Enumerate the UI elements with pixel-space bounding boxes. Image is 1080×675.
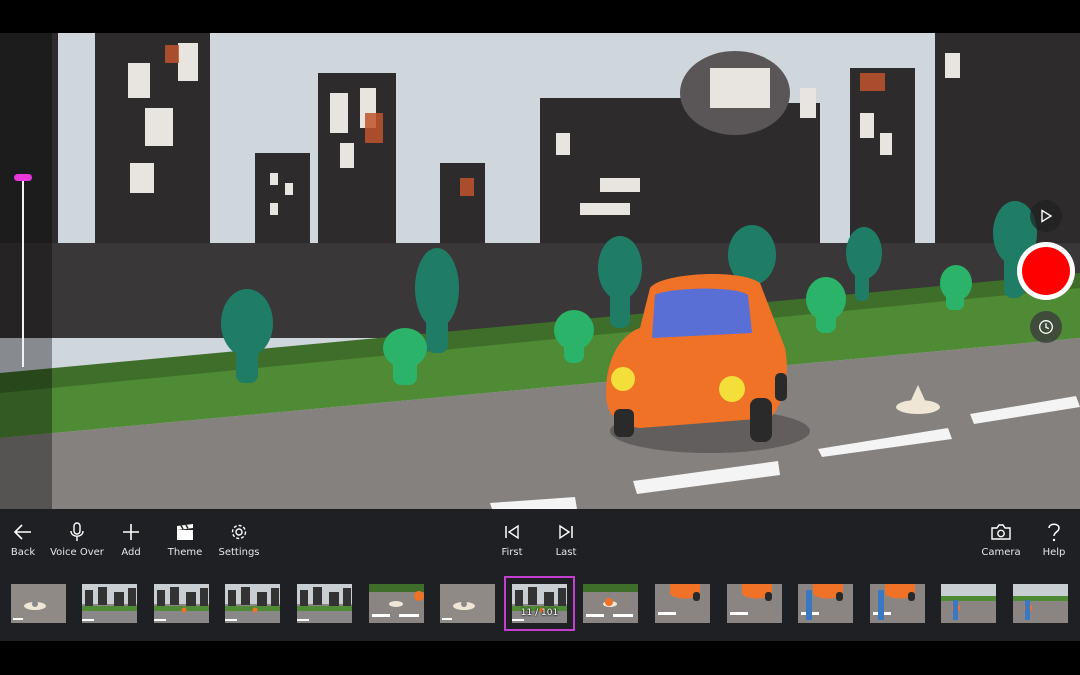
camera-label: Camera (981, 547, 1021, 558)
filmstrip-frame[interactable] (225, 584, 280, 623)
camera-icon (989, 521, 1013, 543)
add-button[interactable]: Add (116, 509, 146, 569)
skip-first-icon (500, 521, 524, 543)
microphone-icon (65, 521, 89, 543)
filmstrip-frame-selected[interactable]: 11 / 101 (504, 576, 575, 631)
filmstrip-frame[interactable] (154, 584, 209, 623)
first-label: First (501, 547, 523, 558)
toolbar: Back Voice Over Add Theme Settings First (0, 509, 1080, 569)
filmstrip-frame[interactable] (1013, 584, 1068, 623)
last-label: Last (555, 547, 577, 558)
play-button[interactable] (1030, 200, 1062, 232)
clock-icon (1039, 320, 1053, 334)
back-button[interactable]: Back (6, 509, 40, 569)
filmstrip-frame[interactable] (440, 584, 495, 623)
camera-viewport (0, 33, 1080, 509)
scene-image (0, 33, 1080, 509)
filmstrip-frame[interactable] (870, 584, 925, 623)
arrow-left-icon (11, 521, 35, 543)
back-label: Back (10, 547, 36, 558)
filmstrip-frame[interactable] (941, 584, 996, 623)
onion-skin-overlay (0, 33, 52, 509)
skip-last-icon (554, 521, 578, 543)
add-label: Add (121, 547, 141, 558)
filmstrip-frame[interactable] (11, 584, 66, 623)
theme-label: Theme (167, 547, 203, 558)
record-icon (1022, 247, 1070, 295)
filmstrip-frame[interactable] (297, 584, 352, 623)
filmstrip-frame[interactable] (369, 584, 424, 623)
settings-button[interactable]: Settings (218, 509, 260, 569)
plus-icon (119, 521, 143, 543)
last-frame-button[interactable]: Last (551, 509, 581, 569)
gear-icon (227, 521, 251, 543)
camera-button[interactable]: Camera (981, 509, 1021, 569)
play-icon (1041, 209, 1053, 223)
bottom-bar (0, 641, 1080, 675)
filmstrip: 11 / 101 (0, 569, 1080, 641)
help-label: Help (1042, 547, 1066, 558)
onion-skin-slider[interactable] (22, 177, 24, 367)
question-icon (1042, 521, 1066, 543)
filmstrip-frame[interactable] (798, 584, 853, 623)
filmstrip-frame[interactable] (583, 584, 638, 623)
capture-button[interactable] (1017, 242, 1075, 300)
settings-label: Settings (218, 547, 260, 558)
voice-over-button[interactable]: Voice Over (50, 509, 104, 569)
timer-button[interactable] (1030, 311, 1062, 343)
filmstrip-frame[interactable] (655, 584, 710, 623)
first-frame-button[interactable]: First (497, 509, 527, 569)
voice-over-label: Voice Over (50, 547, 104, 558)
filmstrip-frame[interactable] (82, 584, 137, 623)
frame-counter: 11 / 101 (520, 608, 559, 618)
theme-button[interactable]: Theme (167, 509, 203, 569)
onion-skin-slider-thumb[interactable] (14, 174, 32, 181)
help-button[interactable]: Help (1040, 509, 1068, 569)
filmstrip-frame[interactable] (727, 584, 782, 623)
clapperboard-icon (173, 521, 197, 543)
